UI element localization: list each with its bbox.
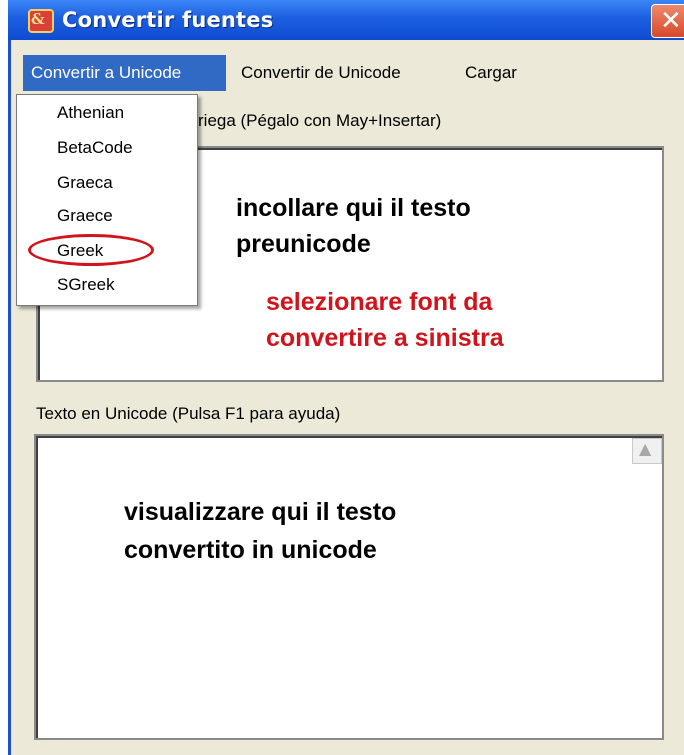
annotation-view-line1: visualizzare qui il testo (124, 498, 397, 526)
app-icon-glyph: & (31, 10, 45, 28)
annotation-view-line2: convertito in unicode (124, 536, 377, 564)
top-panel-label: riega (Pégalo con May+Insertar) (198, 111, 442, 130)
annotation-paste-line2: preunicode (236, 230, 371, 258)
screen-left-strip (0, 0, 8, 755)
window-left-border (8, 40, 11, 755)
scroll-up-arrow-icon[interactable]: ▲ (632, 438, 662, 464)
dropdown-item-graece[interactable]: Graece (57, 206, 113, 226)
app-icon: & (28, 9, 54, 33)
dropdown-item-graeca[interactable]: Graeca (57, 173, 113, 193)
window-title: Convertir fuentes (62, 8, 274, 32)
convert-font-dropdown: Athenian BetaCode Graeca Graece Greek SG… (16, 94, 198, 306)
unicode-output-area[interactable] (34, 434, 664, 740)
annotation-paste-line1: incollare qui il testo (236, 194, 471, 222)
menu-bar: Convertir a Unicode Convertir de Unicode… (11, 55, 684, 91)
scroll-up-glyph: ▲ (639, 439, 652, 458)
menu-convertir-a-unicode[interactable]: Convertir a Unicode (23, 55, 226, 91)
menu-convertir-de-unicode[interactable]: Convertir de Unicode (233, 55, 409, 91)
annotation-select-font-line2: convertire a sinistra (266, 324, 504, 352)
dropdown-item-betacode[interactable]: BetaCode (57, 138, 133, 158)
dropdown-item-athenian[interactable]: Athenian (57, 103, 124, 123)
annotation-select-font-line1: selezionare font da (266, 288, 493, 316)
dropdown-item-sgreek[interactable]: SGreek (57, 275, 115, 295)
menu-cargar[interactable]: Cargar (457, 55, 525, 91)
title-bar[interactable]: & Convertir fuentes ✕ (8, 0, 684, 40)
bottom-panel-label: Texto en Unicode (Pulsa F1 para ayuda) (36, 404, 341, 423)
close-icon: ✕ (660, 6, 682, 36)
greek-highlight-circle (28, 234, 154, 266)
close-button[interactable]: ✕ (651, 4, 684, 38)
